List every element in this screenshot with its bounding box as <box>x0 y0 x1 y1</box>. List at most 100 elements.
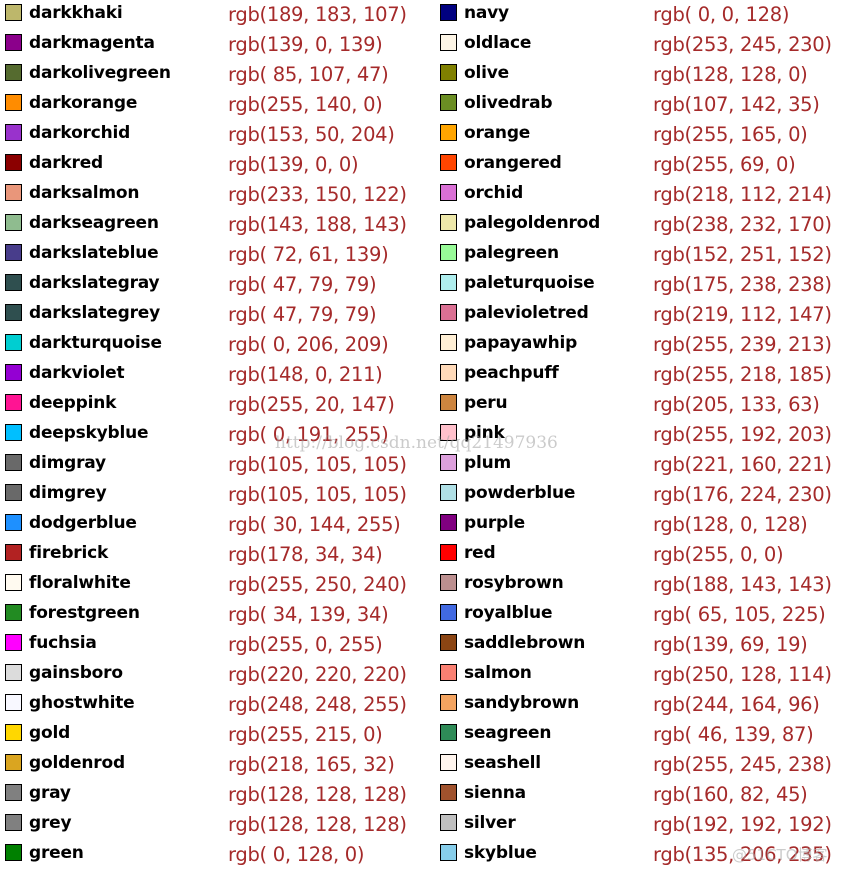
color-rgb-value: rgb(221, 160, 221) <box>653 453 832 476</box>
color-rgb-value: rgb(255, 165, 0) <box>653 123 808 146</box>
color-row: darkred rgb(139, 0, 0) <box>0 150 406 180</box>
color-rgb-value: rgb(107, 142, 35) <box>653 93 820 116</box>
color-name: pink <box>464 423 505 443</box>
color-rgb-value: rgb(192, 192, 192) <box>653 813 832 836</box>
color-name: darkviolet <box>29 363 125 383</box>
color-swatch <box>5 454 22 471</box>
color-swatch <box>440 154 457 171</box>
color-name: silver <box>464 813 516 833</box>
color-rgb-value: rgb(255, 215, 0) <box>228 723 383 746</box>
color-rgb-value: rgb(205, 133, 63) <box>653 393 820 416</box>
color-rgb-value: rgb(255, 0, 0) <box>653 543 784 566</box>
color-name: seagreen <box>464 723 552 743</box>
color-rgb-value: rgb(238, 232, 170) <box>653 213 832 236</box>
color-swatch <box>440 454 457 471</box>
color-rgb-value: rgb(255, 218, 185) <box>653 363 832 386</box>
color-rgb-value: rgb( 47, 79, 79) <box>228 273 377 296</box>
color-row: fuchsia rgb(255, 0, 255) <box>0 630 406 660</box>
color-rgb-value: rgb(128, 128, 128) <box>228 813 407 836</box>
color-name: dodgerblue <box>29 513 137 533</box>
color-rgb-value: rgb(139, 0, 0) <box>228 153 359 176</box>
color-name: olive <box>464 63 509 83</box>
color-row: palevioletred rgb(219, 112, 147) <box>435 300 841 330</box>
color-row: orchid rgb(218, 112, 214) <box>435 180 841 210</box>
color-swatch <box>440 754 457 771</box>
color-name: palevioletred <box>464 303 589 323</box>
color-swatch <box>440 484 457 501</box>
color-rgb-value: rgb(189, 183, 107) <box>228 3 407 26</box>
color-row: darkorchid rgb(153, 50, 204) <box>0 120 406 150</box>
color-rgb-value: rgb(152, 251, 152) <box>653 243 832 266</box>
color-row: papayawhip rgb(255, 239, 213) <box>435 330 841 360</box>
color-swatch <box>5 514 22 531</box>
color-row: deeppink rgb(255, 20, 147) <box>0 390 406 420</box>
color-name: dimgray <box>29 453 106 473</box>
color-row: saddlebrown rgb(139, 69, 19) <box>435 630 841 660</box>
color-row: red rgb(255, 0, 0) <box>435 540 841 570</box>
color-row: orangered rgb(255, 69, 0) <box>435 150 841 180</box>
color-name: firebrick <box>29 543 109 563</box>
color-rgb-value: rgb(233, 150, 122) <box>228 183 407 206</box>
color-swatch <box>5 124 22 141</box>
color-name: powderblue <box>464 483 576 503</box>
color-rgb-value: rgb(218, 165, 32) <box>228 753 395 776</box>
color-row: gold rgb(255, 215, 0) <box>0 720 406 750</box>
color-row: darkseagreen rgb(143, 188, 143) <box>0 210 407 240</box>
color-name: paleturquoise <box>464 273 595 293</box>
color-swatch <box>440 364 457 381</box>
color-rgb-value: rgb(135, 206, 235) <box>653 843 832 866</box>
color-row: paleturquoise rgb(175, 238, 238) <box>435 270 841 300</box>
color-rgb-value: rgb( 0, 191, 255) <box>228 423 389 446</box>
color-row: darkviolet rgb(148, 0, 211) <box>0 360 406 390</box>
color-name: sienna <box>464 783 526 803</box>
color-swatch <box>5 694 22 711</box>
color-swatch <box>440 814 457 831</box>
color-row: oldlace rgb(253, 245, 230) <box>435 30 841 60</box>
color-swatch <box>440 694 457 711</box>
color-swatch <box>440 304 457 321</box>
color-rgb-value: rgb(105, 105, 105) <box>228 483 407 506</box>
color-rgb-value: rgb(255, 140, 0) <box>228 93 383 116</box>
color-rgb-value: rgb(244, 164, 96) <box>653 693 820 716</box>
color-row: peru rgb(205, 133, 63) <box>435 390 841 420</box>
color-rgb-value: rgb(128, 128, 128) <box>228 783 407 806</box>
color-row: royalblue rgb( 65, 105, 225) <box>435 600 841 630</box>
color-rgb-value: rgb(128, 0, 128) <box>653 513 808 536</box>
color-swatch <box>5 94 22 111</box>
color-swatch <box>440 664 457 681</box>
color-row: plum rgb(221, 160, 221) <box>435 450 841 480</box>
color-swatch <box>5 814 22 831</box>
color-rgb-value: rgb(143, 188, 143) <box>228 213 407 236</box>
color-rgb-value: rgb(255, 250, 240) <box>228 573 407 596</box>
color-name: rosybrown <box>464 573 564 593</box>
color-rgb-value: rgb(160, 82, 45) <box>653 783 808 806</box>
color-swatch <box>5 634 22 651</box>
color-swatch <box>440 544 457 561</box>
color-swatch <box>5 574 22 591</box>
color-name: gold <box>29 723 71 743</box>
color-row: darkturquoise rgb( 0, 206, 209) <box>0 330 406 360</box>
color-swatch <box>440 724 457 741</box>
color-rgb-value: rgb(139, 0, 139) <box>228 33 383 56</box>
color-row: dimgray rgb(105, 105, 105) <box>0 450 407 480</box>
color-swatch <box>440 124 457 141</box>
color-rgb-value: rgb( 72, 61, 139) <box>228 243 389 266</box>
color-row: olive rgb(128, 128, 0) <box>435 60 841 90</box>
color-swatch <box>5 844 22 861</box>
color-rgb-value: rgb(255, 0, 255) <box>228 633 383 656</box>
color-name: darksalmon <box>29 183 140 203</box>
color-row: sienna rgb(160, 82, 45) <box>435 780 841 810</box>
color-row: rosybrown rgb(188, 143, 143) <box>435 570 841 600</box>
color-swatch <box>5 604 22 621</box>
color-rgb-value: rgb(218, 112, 214) <box>653 183 832 206</box>
color-swatch <box>5 334 22 351</box>
color-rgb-value: rgb(153, 50, 204) <box>228 123 395 146</box>
color-row: skyblue rgb(135, 206, 235) <box>435 840 841 870</box>
color-name: orange <box>464 123 531 143</box>
color-swatch <box>5 544 22 561</box>
color-swatch <box>440 34 457 51</box>
color-name: peru <box>464 393 508 413</box>
color-swatch <box>440 214 457 231</box>
color-swatch <box>5 184 22 201</box>
color-name: darkmagenta <box>29 33 155 53</box>
